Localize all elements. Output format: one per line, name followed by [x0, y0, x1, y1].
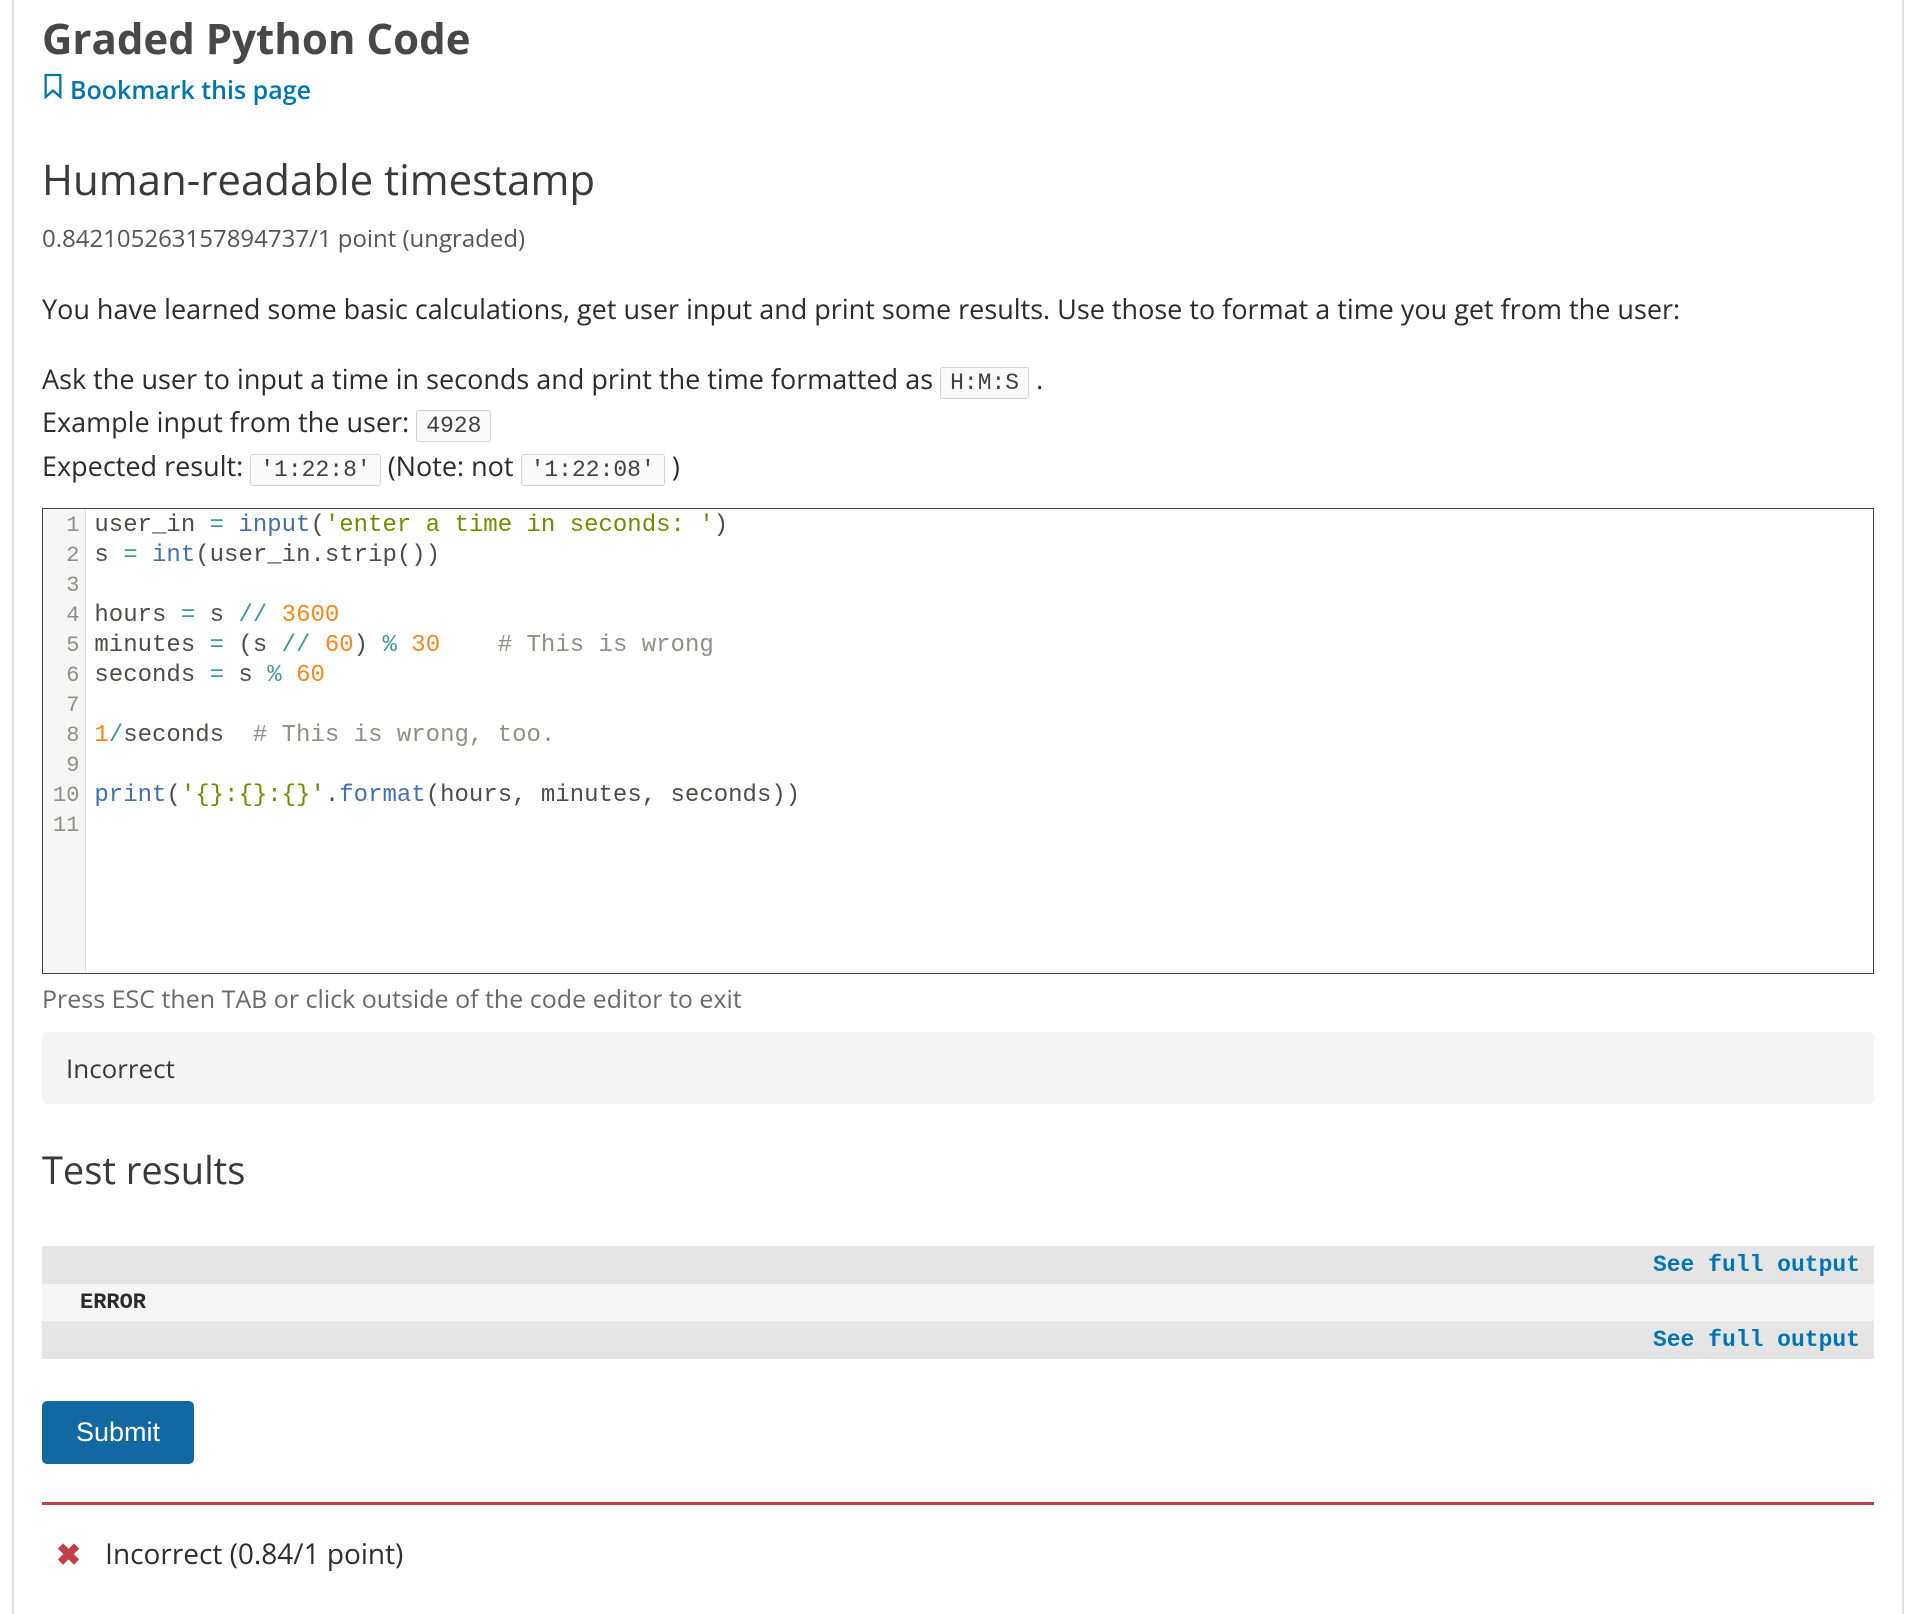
code-gutter: 1234567891011	[43, 509, 86, 973]
gutter-line: 8	[53, 721, 79, 751]
expected-result-code: '1:22:8'	[250, 454, 380, 486]
description-details: Ask the user to input a time in seconds …	[42, 358, 1874, 489]
results-row: See full output	[42, 1321, 1874, 1359]
gutter-line: 7	[53, 691, 79, 721]
incorrect-icon: ✖	[56, 1533, 81, 1574]
see-full-output-link[interactable]: See full output	[1653, 1252, 1860, 1278]
gutter-line: 9	[53, 751, 79, 781]
final-status-text: Incorrect (0.84/1 point)	[105, 1535, 403, 1573]
error-label: ERROR	[56, 1290, 146, 1315]
expected-suffix: )	[672, 447, 680, 484]
code-line[interactable]: s = int(user_in.strip())	[94, 541, 800, 571]
gutter-line: 1	[53, 511, 79, 541]
code-line[interactable]: minutes = (s // 60) % 30 # This is wrong	[94, 631, 800, 661]
gutter-line: 6	[53, 661, 79, 691]
gutter-line: 3	[53, 571, 79, 601]
expected-mid: (Note: not	[388, 447, 521, 484]
code-line[interactable]	[94, 691, 800, 721]
see-full-output-link[interactable]: See full output	[1653, 1327, 1860, 1353]
editor-hint: Press ESC then TAB or click outside of t…	[42, 982, 1874, 1016]
final-status: ✖ Incorrect (0.84/1 point)	[42, 1505, 1874, 1574]
test-results-table: See full output ERROR See full output	[42, 1246, 1874, 1359]
code-line[interactable]	[94, 571, 800, 601]
code-line[interactable]: user_in = input('enter a time in seconds…	[94, 511, 800, 541]
problem-title: Human-readable timestamp	[42, 151, 1874, 208]
ask-prefix: Ask the user to input a time in seconds …	[42, 360, 940, 397]
submit-button[interactable]: Submit	[42, 1401, 194, 1464]
gutter-line: 11	[53, 811, 79, 841]
incorrect-banner: Incorrect	[42, 1032, 1874, 1104]
bookmark-label: Bookmark this page	[70, 73, 311, 107]
code-line[interactable]: 1/seconds # This is wrong, too.	[94, 721, 800, 751]
code-editor[interactable]: 1234567891011 user_in = input('enter a t…	[42, 508, 1874, 974]
gutter-line: 4	[53, 601, 79, 631]
description-intro: You have learned some basic calculations…	[42, 289, 1874, 330]
gutter-line: 2	[53, 541, 79, 571]
problem-description: You have learned some basic calculations…	[42, 289, 1874, 488]
results-row: See full output	[42, 1246, 1874, 1284]
code-line[interactable]	[94, 751, 800, 781]
bookmark-link[interactable]: Bookmark this page	[42, 73, 311, 107]
code-line[interactable]: print('{}:{}:{}'.format(hours, minutes, …	[94, 781, 800, 811]
code-area[interactable]: user_in = input('enter a time in seconds…	[86, 509, 808, 973]
results-row: ERROR	[42, 1284, 1874, 1321]
code-line[interactable]: hours = s // 3600	[94, 601, 800, 631]
code-line[interactable]: seconds = s % 60	[94, 661, 800, 691]
page-title: Graded Python Code	[42, 10, 1874, 67]
bookmark-icon	[42, 73, 64, 107]
example-input-code: 4928	[416, 410, 491, 442]
gutter-line: 5	[53, 631, 79, 661]
example-prefix: Example input from the user:	[42, 403, 416, 440]
expected-wrong-code: '1:22:08'	[521, 454, 665, 486]
page-frame: Graded Python Code Bookmark this page Hu…	[12, 0, 1904, 1614]
ask-suffix: .	[1036, 360, 1043, 397]
score-line: 0.842105263157894737/1 point (ungraded)	[42, 222, 1874, 255]
expected-prefix: Expected result:	[42, 447, 250, 484]
code-line[interactable]	[94, 811, 800, 841]
gutter-line: 10	[53, 781, 79, 811]
ask-format-code: H:M:S	[940, 367, 1029, 399]
test-results-title: Test results	[42, 1144, 1874, 1196]
